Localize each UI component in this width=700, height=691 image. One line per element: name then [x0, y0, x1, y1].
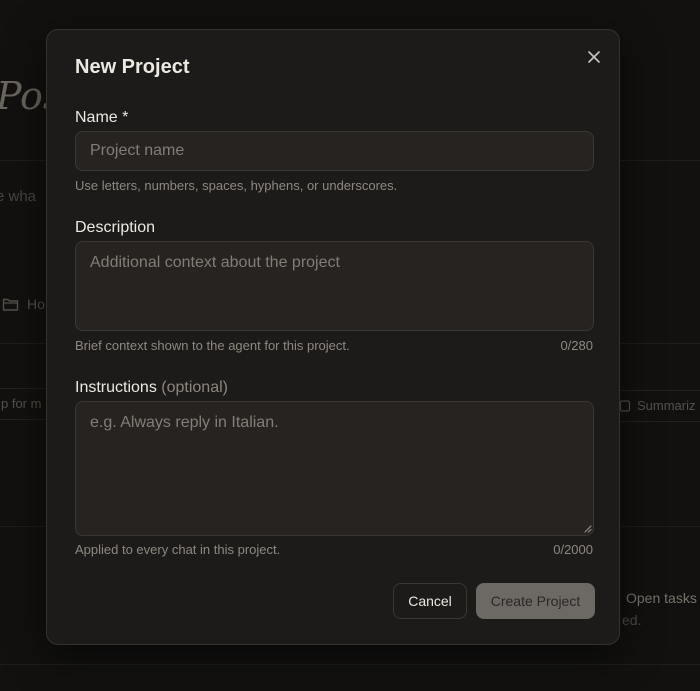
create-project-button[interactable]: Create Project: [476, 583, 595, 619]
background-divider: [0, 664, 700, 665]
optional-tag: (optional): [161, 379, 228, 396]
instructions-label: Instructions (optional): [75, 379, 228, 397]
name-label: Name *: [75, 109, 129, 126]
project-name-input[interactable]: [75, 131, 594, 171]
description-hint: Brief context shown to the agent for thi…: [75, 338, 350, 353]
dialog-title: New Project: [75, 56, 190, 78]
instructions-textarea[interactable]: [75, 401, 594, 536]
background-text-fragment: ed.: [622, 612, 642, 628]
instructions-char-counter: 0/2000: [553, 542, 593, 557]
background-open-tasks-text: Open tasks: [626, 590, 697, 606]
background-chip-label: Summariz: [637, 398, 696, 413]
resize-handle-icon[interactable]: [584, 525, 592, 533]
description-label: Description: [75, 219, 156, 236]
background-folder-label: Ho: [27, 296, 45, 312]
instructions-label-text: Instructions: [75, 379, 157, 396]
cancel-button[interactable]: Cancel: [393, 583, 467, 619]
document-icon: [619, 400, 631, 412]
folder-icon: [2, 298, 19, 311]
description-char-counter: 0/280: [560, 338, 593, 353]
name-hint: Use letters, numbers, spaces, hyphens, o…: [75, 178, 398, 193]
description-textarea[interactable]: [75, 241, 594, 331]
instructions-hint: Applied to every chat in this project.: [75, 542, 281, 557]
background-prompt-text: e wha: [0, 188, 37, 205]
close-button[interactable]: [583, 46, 605, 68]
close-icon: [588, 51, 600, 63]
page: Pos e wha Ho p for m Summariz Open tasks…: [0, 0, 700, 691]
background-suggestion-chip: Summariz: [606, 390, 700, 422]
background-folder-item: Ho: [2, 296, 45, 312]
background-suggestion-chip: p for m: [0, 388, 53, 420]
new-project-dialog: New Project Name * Use letters, numbers,…: [46, 29, 620, 645]
